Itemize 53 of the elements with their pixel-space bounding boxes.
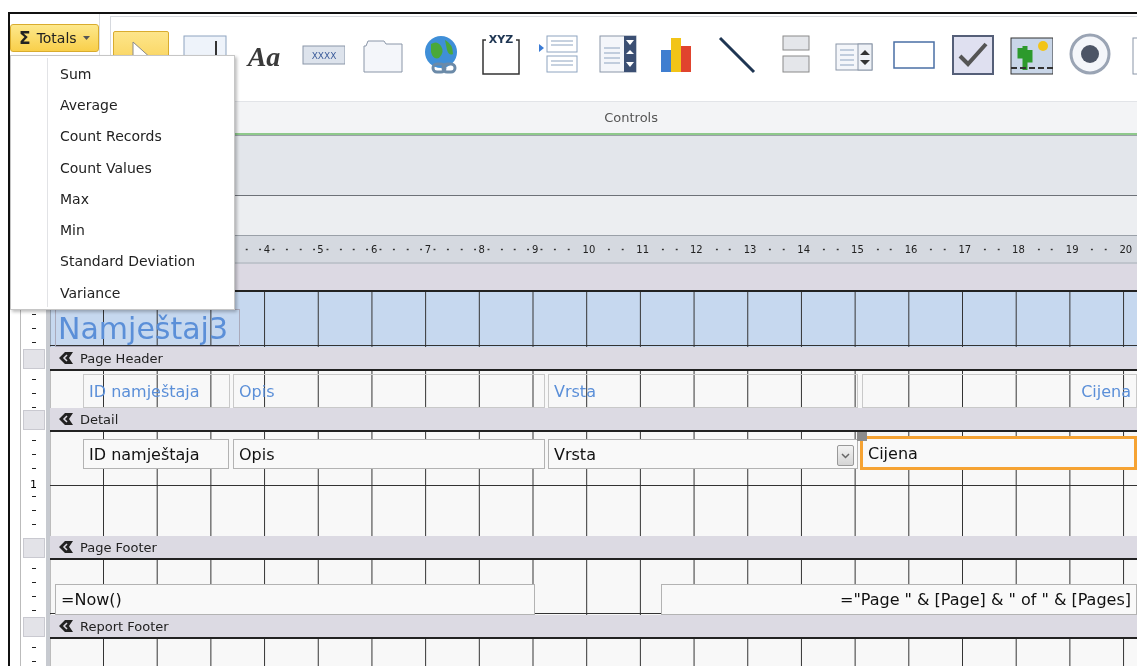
ruler-number: 9 — [530, 243, 541, 255]
menu-item[interactable]: Max — [11, 183, 234, 215]
ruler-number: 10 — [580, 243, 598, 255]
ruler-number: 12 — [687, 243, 705, 255]
menu-item[interactable]: Count Records — [11, 120, 234, 152]
menu-item[interactable]: Sum — [11, 58, 234, 90]
ruler-number: 1 — [30, 478, 37, 491]
section-selector-box[interactable] — [22, 349, 45, 369]
ruler-number: 14 — [795, 243, 813, 255]
ruler-number: 7 — [422, 243, 434, 255]
ruler-number: 20 — [1117, 243, 1135, 255]
section-selector-icon — [58, 540, 74, 554]
browser-tool-button[interactable]: XYZ — [476, 31, 523, 77]
menu-item[interactable]: Min — [11, 214, 234, 246]
section-bar[interactable]: Detail — [50, 408, 1137, 432]
combo-box-field[interactable]: Vrsta — [548, 439, 858, 469]
label-tool-button[interactable]: Aa — [240, 31, 287, 77]
menu-item[interactable]: Standard Deviation — [11, 245, 234, 278]
ruler-number: 8 — [476, 243, 487, 255]
section-selector-icon — [58, 412, 74, 426]
text-box-field[interactable]: ="Page " & [Page] & " of " & [Pages] — [661, 584, 1137, 615]
ruler-number: 18 — [1010, 243, 1027, 255]
section-selector-box[interactable] — [22, 617, 45, 637]
menu-item[interactable]: Variance — [11, 277, 234, 309]
caret-icon — [82, 36, 90, 40]
section-selector-icon — [58, 351, 74, 365]
ruler-number: 11 — [634, 243, 651, 255]
menu-item[interactable]: Average — [11, 89, 234, 121]
ruler-number: 5 — [315, 243, 326, 255]
text-box-field[interactable]: =Now() — [55, 584, 535, 615]
ruler-number: 19 — [1063, 243, 1081, 255]
ruler-number: 17 — [956, 243, 974, 255]
ruler-number: 6 — [369, 243, 380, 255]
group-label: Controls — [604, 109, 658, 125]
section-selector-box[interactable] — [22, 538, 45, 558]
button-tool-button[interactable]: XXXX — [299, 31, 346, 77]
ruler-number: 4 — [261, 243, 273, 255]
label-tool-glyph: Aa — [247, 41, 280, 72]
text-box-field[interactable]: Opis — [233, 439, 545, 469]
ruler-number: 13 — [741, 243, 759, 255]
text-box-field[interactable]: ID namještaja — [83, 439, 229, 469]
section-selector-box[interactable] — [22, 410, 45, 430]
chevron-icon — [841, 452, 850, 459]
dropdown-button[interactable] — [837, 445, 854, 466]
ruler-number: 15 — [849, 243, 866, 255]
section-bar[interactable]: Page Footer — [50, 536, 1137, 560]
section-bar[interactable]: Report Footer — [50, 615, 1137, 639]
ruler-number: 16 — [902, 243, 920, 255]
section-bar[interactable]: Page Header — [50, 347, 1137, 371]
move-handle[interactable] — [857, 432, 867, 441]
totals-button[interactable]: Σ Totals — [10, 24, 99, 52]
section-selector-icon — [58, 619, 74, 633]
menu-item[interactable]: Count Values — [11, 151, 234, 184]
